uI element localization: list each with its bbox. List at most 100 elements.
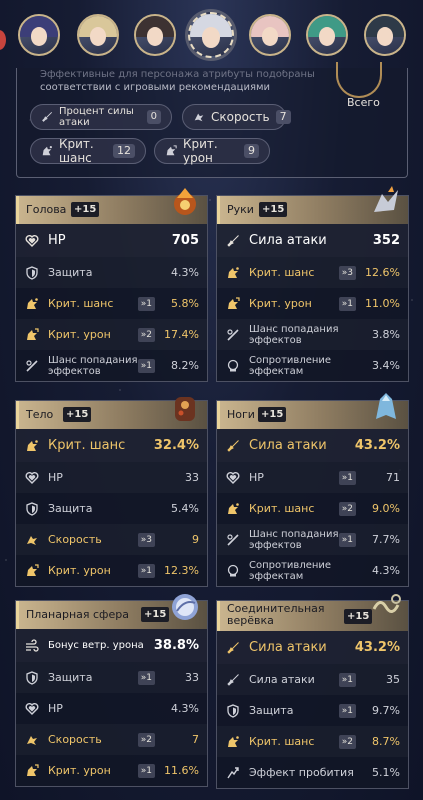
crit-rate-icon <box>24 296 40 312</box>
relic-sub-stat: Крит. шанс »2 8.7% <box>217 726 408 757</box>
sub-stat-value: 7.7% <box>372 533 400 546</box>
sub-stat-value: 3.4% <box>372 359 400 372</box>
def-icon <box>24 670 40 686</box>
relic-card-3[interactable]: Тело +15 Крит. шанс 32.4% HP 33 Защита 5.4% Скор… <box>15 397 208 587</box>
relic-main-stat: Сила атаки 43.2% <box>217 429 408 462</box>
sub-stat-value: 3.8% <box>372 328 400 341</box>
character-avatar-2[interactable] <box>77 14 119 56</box>
crit-rate-icon <box>41 145 53 157</box>
character-avatar-6[interactable] <box>306 14 348 56</box>
speed-icon <box>24 732 40 748</box>
relic-sub-stat: Шанс попадания эффектов »1 7.7% <box>217 524 408 555</box>
relic-sub-stat: Крит. урон »2 17.4% <box>16 319 207 350</box>
roll-count-badge: »1 <box>137 563 155 578</box>
recommendation-line-1: Эффективные для персонажа атрибуты подоб… <box>40 70 315 80</box>
avatar-face <box>89 27 107 47</box>
filter-chip-4[interactable]: Крит. урон 9 <box>154 137 270 165</box>
def-icon <box>225 703 241 719</box>
sub-stat-value: 33 <box>185 471 199 484</box>
relic-card-1[interactable]: Голова +15 HP 705 Защита 4.3% Крит. шанс »1 5.8%… <box>15 188 208 382</box>
roll-count-badge: »1 <box>137 358 155 373</box>
relic-card-2[interactable]: Руки +15 Сила атаки 352 Крит. шанс »3 12.6% Кри… <box>216 186 409 382</box>
relic-card-5[interactable]: Планарная сфера +15 Бонус ветр. урона 38.8%… <box>15 594 208 787</box>
wind-icon <box>24 638 40 654</box>
relic-sub-stat: Сила атаки »1 35 <box>217 664 408 695</box>
roll-count-badge: »2 <box>338 734 356 749</box>
roll-count-badge: »3 <box>338 265 356 280</box>
roll-count-badge: »2 <box>137 732 155 747</box>
attack-icon <box>225 672 241 688</box>
relic-card-6[interactable]: Соединительная верёвка +15 Сила атаки 43.2%… <box>216 594 409 789</box>
sub-stat-label: Шанс попадания эффектов <box>48 354 138 377</box>
filter-chip-2[interactable]: Скорость 7 <box>182 104 291 130</box>
main-stat-label: Бонус ветр. урона <box>48 640 144 651</box>
roll-count-badge: »1 <box>137 763 155 778</box>
break-icon <box>225 765 241 781</box>
effect-hit-icon <box>24 358 40 374</box>
relic-sub-stat: HP 33 <box>16 462 207 493</box>
crit-rate-icon <box>225 734 241 750</box>
relic-slot-title: Руки <box>227 203 254 216</box>
recommendation-text: Эффективные для персонажа атрибуты подоб… <box>40 70 320 95</box>
relic-image-icon <box>368 389 404 425</box>
effect-hit-icon <box>225 532 241 548</box>
relic-image-icon <box>167 389 203 425</box>
crit-rate-icon <box>225 265 241 281</box>
avatar-face <box>30 27 48 47</box>
relic-sub-stat: Эффект пробития 5.1% <box>217 757 408 788</box>
relic-card-header: Планарная сфера +15 <box>16 594 207 629</box>
sub-stat-label: Сопротивление эффектам <box>249 559 332 582</box>
sub-stat-value: 17.4% <box>164 328 199 341</box>
filter-chip-1[interactable]: Процент силы атаки 0 <box>30 104 172 130</box>
sub-stat-label: Защита <box>48 266 93 279</box>
main-stat-label: Сила атаки <box>249 640 327 655</box>
main-stat-value: 352 <box>372 233 400 248</box>
relic-slot-title: Ноги <box>227 408 255 421</box>
crit-dmg-icon <box>24 563 40 579</box>
relic-image-icon <box>368 589 404 625</box>
relic-card-4[interactable]: Ноги +15 Сила атаки 43.2% HP »1 71 Крит. шанс »2… <box>216 393 409 587</box>
character-avatar-5[interactable] <box>249 14 291 56</box>
character-avatar-7[interactable] <box>364 14 406 56</box>
hp-icon <box>24 470 40 486</box>
crit-dmg-icon <box>24 327 40 343</box>
sub-stat-label: HP <box>249 471 264 484</box>
character-selector <box>0 8 423 68</box>
character-avatar-1[interactable] <box>18 14 60 56</box>
sub-stat-label: Крит. шанс <box>48 297 114 310</box>
sub-stat-value: 71 <box>386 471 400 484</box>
sub-stat-label: Защита <box>48 502 93 515</box>
sub-stat-label: Крит. урон <box>48 564 111 577</box>
sub-stat-label: Защита <box>249 704 294 717</box>
sub-stat-value: 9.7% <box>372 704 400 717</box>
def-icon <box>24 501 40 517</box>
sub-stat-value: 35 <box>386 673 400 686</box>
roll-count-badge: »1 <box>137 670 155 685</box>
sub-stat-label: Крит. урон <box>48 328 111 341</box>
crit-rate-icon <box>24 438 40 454</box>
filter-chip-3[interactable]: Крит. шанс 12 <box>30 137 146 165</box>
character-avatar-3[interactable] <box>134 14 176 56</box>
character-avatar-4[interactable] <box>188 12 234 58</box>
relic-main-stat: Сила атаки 352 <box>217 224 408 257</box>
roll-count-badge: »2 <box>137 327 155 342</box>
relic-level-badge: +15 <box>259 202 288 217</box>
filter-count: 9 <box>244 144 259 158</box>
relic-sub-stat: Защита 5.4% <box>16 493 207 524</box>
sub-stat-value: 4.3% <box>171 702 199 715</box>
attack-icon <box>225 233 241 249</box>
sub-stat-label: Сопротивление эффектам <box>249 354 332 377</box>
roll-count-badge: »1 <box>338 703 356 718</box>
attack-icon <box>41 111 53 123</box>
char-edge-partial[interactable] <box>0 30 6 50</box>
hp-icon <box>225 470 241 486</box>
relic-main-stat: HP 705 <box>16 224 207 257</box>
relic-level-badge: +15 <box>258 407 287 422</box>
relic-main-stat: Крит. шанс 32.4% <box>16 429 207 462</box>
main-stat-value: 32.4% <box>153 438 199 453</box>
filter-count: 0 <box>146 110 161 124</box>
relic-sub-stat: HP 4.3% <box>16 693 207 724</box>
relic-slot-title: Голова <box>26 203 67 216</box>
sub-stat-value: 9 <box>192 533 199 546</box>
crit-dmg-icon <box>24 763 40 779</box>
